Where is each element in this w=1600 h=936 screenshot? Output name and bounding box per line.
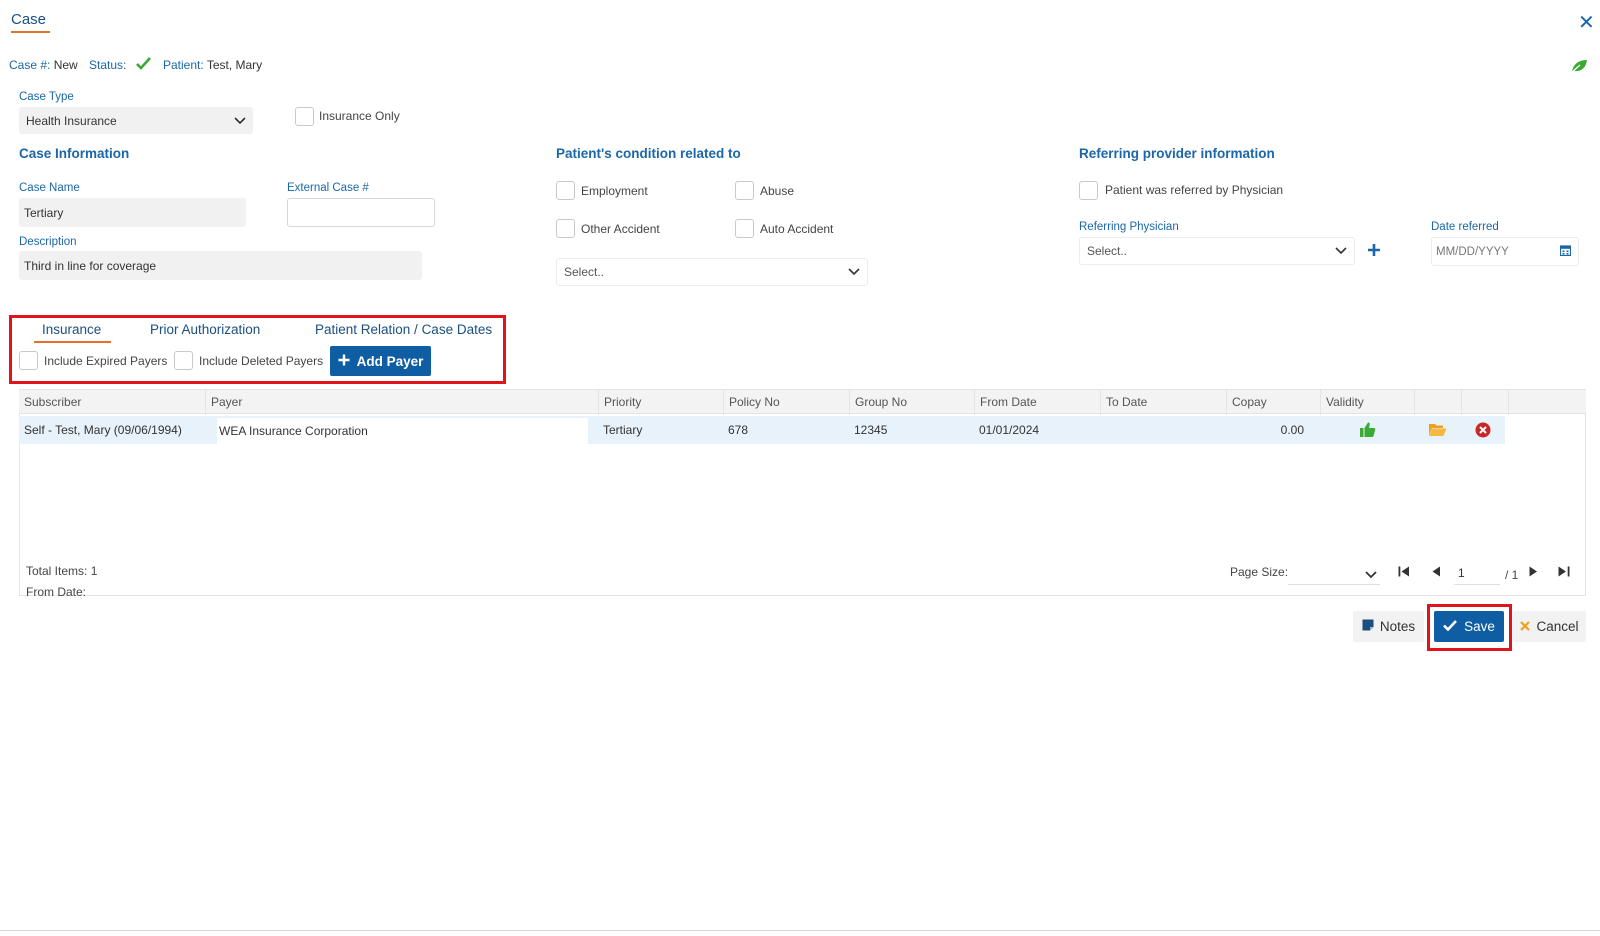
abuse-label: Abuse — [760, 184, 795, 198]
other-accident-checkbox[interactable] — [556, 219, 575, 238]
page-size-label: Page Size: — [1230, 565, 1289, 579]
include-deleted-checkbox[interactable] — [174, 351, 193, 370]
column-subscriber[interactable]: Subscriber — [19, 390, 205, 415]
employment-label: Employment — [581, 184, 648, 198]
check-icon — [1443, 619, 1458, 634]
page-number-input[interactable]: 1 — [1454, 561, 1500, 585]
auto-accident-label: Auto Accident — [760, 222, 834, 236]
column-validity[interactable]: Validity — [1320, 390, 1414, 415]
column-docs — [1414, 390, 1461, 415]
external-case-input[interactable] — [287, 198, 435, 227]
cell-subscriber: Self - Test, Mary (09/06/1994) — [24, 423, 182, 437]
tab-insurance[interactable]: Insurance — [42, 322, 101, 337]
referring-physician-label: Referring Physician — [1079, 221, 1179, 233]
column-group-no[interactable]: Group No — [849, 390, 974, 415]
case-type-label: Case Type — [19, 91, 74, 103]
other-accident-label: Other Accident — [581, 222, 660, 236]
referring-physician-select[interactable]: Select.. — [1079, 237, 1355, 265]
cell-group-no: 12345 — [854, 423, 888, 437]
chevron-down-icon — [234, 114, 246, 128]
employment-checkbox[interactable] — [556, 181, 575, 200]
last-page-icon[interactable] — [1558, 565, 1570, 580]
date-referred-label: Date referred — [1431, 221, 1499, 233]
referred-by-physician-label: Patient was referred by Physician — [1105, 183, 1284, 197]
from-date-footer: From Date: — [26, 585, 87, 599]
case-type-select[interactable]: Health Insurance — [19, 107, 253, 134]
abuse-checkbox[interactable] — [735, 181, 754, 200]
column-priority[interactable]: Priority — [598, 390, 723, 415]
status-label: Status: — [89, 58, 127, 72]
cell-copay: 0.00 — [1280, 423, 1304, 437]
cell-to-date — [1100, 416, 1226, 444]
notes-button[interactable]: Notes — [1353, 611, 1424, 642]
grid-header: Subscriber Payer Priority Policy No Grou… — [19, 389, 1586, 415]
referred-by-physician-checkbox[interactable] — [1079, 181, 1098, 200]
chevron-down-icon — [1365, 568, 1377, 582]
notes-icon — [1362, 619, 1374, 634]
page-size-select[interactable] — [1288, 561, 1380, 585]
column-payer[interactable]: Payer — [205, 390, 598, 415]
cancel-x-icon — [1520, 619, 1531, 634]
next-page-icon[interactable] — [1529, 565, 1538, 580]
title-underline — [11, 31, 50, 33]
patient-name: Patient: Test, Mary — [163, 58, 263, 72]
date-referred-input[interactable]: MM/DD/YYYY — [1431, 237, 1579, 266]
condition-title: Patient's condition related to — [556, 146, 741, 161]
page-total: / 1 — [1505, 568, 1519, 582]
insurance-only-label: Insurance Only — [319, 109, 400, 123]
referring-title: Referring provider information — [1079, 146, 1275, 161]
include-expired-checkbox[interactable] — [19, 351, 38, 370]
cancel-button[interactable]: Cancel — [1513, 611, 1586, 642]
auto-accident-checkbox[interactable] — [735, 219, 754, 238]
leaf-icon — [1570, 58, 1588, 77]
description-input[interactable]: Third in line for coverage — [19, 251, 422, 280]
external-case-label: External Case # — [287, 182, 369, 194]
plus-icon — [338, 354, 350, 369]
thumbs-up-icon[interactable] — [1359, 421, 1376, 441]
page-title: Case — [11, 11, 47, 28]
tab-prior-authorization[interactable]: Prior Authorization — [150, 322, 260, 337]
column-from-date[interactable]: From Date — [974, 390, 1100, 415]
case-name-input[interactable]: Tertiary — [19, 198, 246, 227]
status-check-icon — [136, 57, 151, 73]
condition-select[interactable]: Select.. — [556, 258, 868, 286]
add-payer-button[interactable]: Add Payer — [330, 346, 431, 376]
first-page-icon[interactable] — [1398, 565, 1410, 580]
include-deleted-label: Include Deleted Payers — [199, 354, 324, 368]
case-information-title: Case Information — [19, 146, 130, 161]
column-to-date[interactable]: To Date — [1100, 390, 1226, 415]
cell-priority: Tertiary — [603, 423, 643, 437]
total-items: Total Items: 1 — [26, 564, 98, 578]
delete-circle-icon[interactable] — [1475, 422, 1491, 441]
tab-active-underline — [34, 341, 111, 343]
case-name-label: Case Name — [19, 182, 80, 194]
folder-open-icon[interactable] — [1428, 422, 1447, 440]
tab-patient-relation[interactable]: Patient Relation / Case Dates — [315, 322, 492, 337]
cell-policy-no: 678 — [728, 423, 749, 437]
column-filler — [1508, 390, 1586, 415]
cell-from-date: 01/01/2024 — [979, 423, 1040, 437]
save-button[interactable]: Save — [1434, 611, 1504, 642]
close-icon[interactable]: ✕ — [1578, 13, 1595, 33]
table-row[interactable]: Self - Test, Mary (09/06/1994) WEA Insur… — [19, 416, 1505, 444]
chevron-down-icon — [848, 265, 860, 279]
include-expired-label: Include Expired Payers — [44, 354, 168, 368]
cell-payer: WEA Insurance Corporation — [219, 424, 368, 438]
case-number: Case #: New — [9, 58, 78, 72]
column-delete — [1461, 390, 1508, 415]
bottom-divider — [0, 930, 1600, 931]
chevron-down-icon — [1335, 244, 1347, 258]
insurance-only-checkbox[interactable] — [295, 107, 314, 126]
cell-payer-box[interactable]: WEA Insurance Corporation — [217, 418, 588, 444]
add-physician-icon[interactable] — [1367, 243, 1381, 260]
column-copay[interactable]: Copay — [1226, 390, 1320, 415]
calendar-icon[interactable] — [1559, 244, 1572, 259]
prev-page-icon[interactable] — [1432, 565, 1441, 580]
column-policy-no[interactable]: Policy No — [723, 390, 849, 415]
description-label: Description — [19, 236, 77, 248]
